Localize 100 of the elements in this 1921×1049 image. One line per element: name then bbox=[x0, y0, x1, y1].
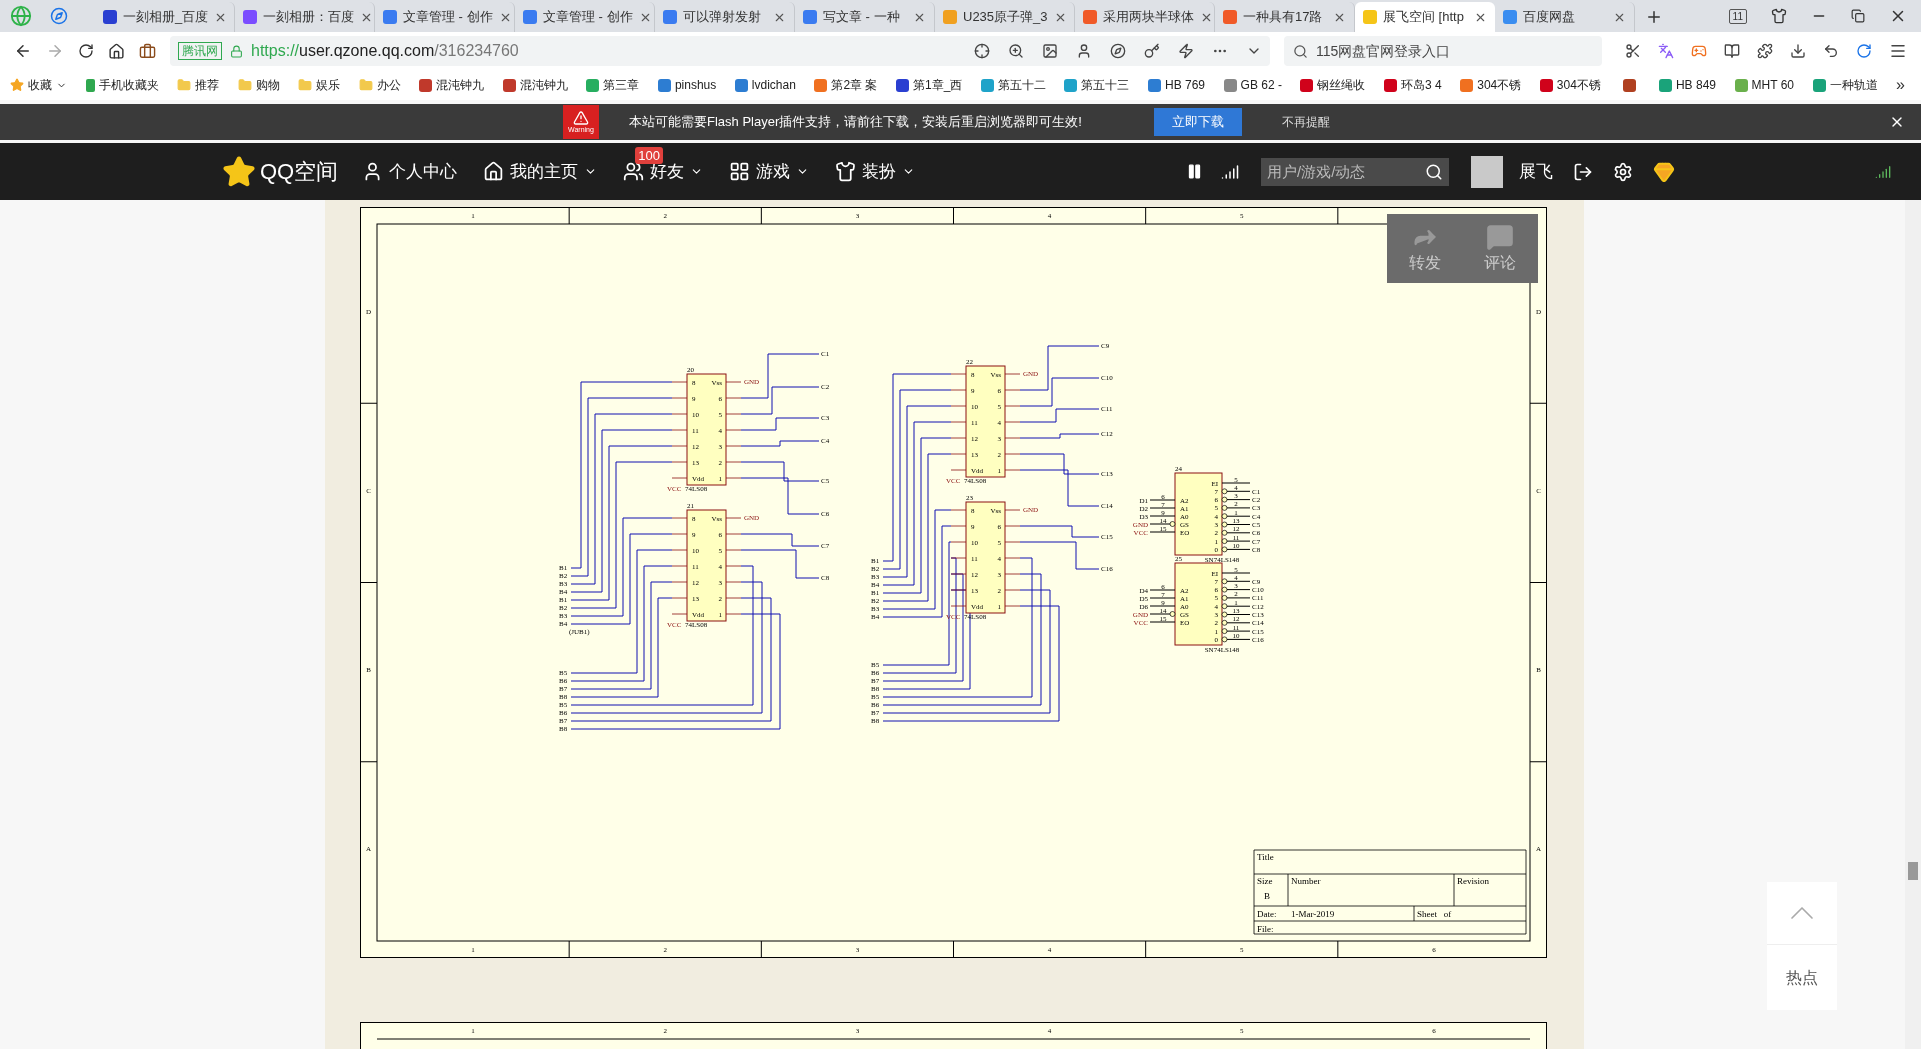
diamond-icon[interactable] bbox=[1653, 160, 1675, 183]
flash-message: 本站可能需要Flash Player插件支持，请前往下载，安装后重启浏览器即可生效! bbox=[629, 113, 1082, 132]
nav-icon bbox=[623, 161, 645, 182]
navigate-icon[interactable] bbox=[50, 7, 68, 25]
revision-label: Revision bbox=[1457, 876, 1489, 886]
menu-icon[interactable] bbox=[1889, 42, 1907, 60]
key-icon[interactable] bbox=[1144, 43, 1160, 59]
bookmark-item[interactable]: 收藏 bbox=[10, 76, 67, 94]
target-icon[interactable] bbox=[974, 43, 990, 59]
site-badge: 腾讯网 bbox=[178, 42, 222, 60]
url-text: https://user.qzone.qq.com/316234760 bbox=[251, 41, 519, 61]
bookmark-item[interactable]: HB 849 bbox=[1658, 76, 1716, 94]
search-icon[interactable] bbox=[1425, 162, 1443, 181]
bars-icon[interactable] bbox=[1221, 162, 1239, 181]
profile-icon[interactable] bbox=[1076, 43, 1092, 59]
briefcase-icon[interactable] bbox=[139, 42, 156, 60]
address-field[interactable]: 腾讯网 https://user.qzone.qq.com/316234760 bbox=[170, 36, 1270, 66]
tab-title: 百度网盘 bbox=[1523, 8, 1576, 27]
bookmark-item[interactable]: 第2章 案 bbox=[814, 76, 878, 94]
tab-title: 采用两块半球体 bbox=[1103, 8, 1194, 27]
lock-icon bbox=[230, 44, 243, 58]
bookmark-item[interactable]: 娱乐 bbox=[298, 76, 341, 94]
scissors-icon[interactable] bbox=[1625, 43, 1641, 59]
tab-title: 文章管理 - 创作 bbox=[543, 8, 633, 27]
gamepad-icon[interactable] bbox=[1691, 43, 1707, 59]
search-field[interactable]: 用户/游戏/动态 bbox=[1261, 157, 1449, 186]
bookmark-item[interactable]: 第五十二 bbox=[980, 76, 1046, 94]
reload-icon[interactable] bbox=[78, 43, 94, 59]
bookmark-item[interactable]: GB 62 - bbox=[1223, 76, 1282, 94]
download-icon[interactable] bbox=[1790, 43, 1806, 59]
tab-count-button[interactable]: 11 bbox=[1728, 8, 1747, 24]
sync-icon[interactable] bbox=[1856, 43, 1872, 59]
size-value: B bbox=[1264, 891, 1270, 901]
lightning-icon[interactable] bbox=[1178, 43, 1194, 59]
count-badge: 100 bbox=[635, 146, 663, 164]
comment-icon bbox=[1486, 222, 1515, 251]
scrollbar[interactable] bbox=[1905, 200, 1921, 1049]
bookmark-item[interactable]: 混沌钟九 bbox=[502, 76, 568, 94]
browser-tab[interactable]: 展飞空间 [http bbox=[1355, 2, 1495, 32]
tab-title: 写文章 - 一种 bbox=[823, 8, 901, 27]
bookmark-item[interactable]: 手机收藏夹 bbox=[85, 76, 159, 94]
sheet-label: Sheet of bbox=[1417, 909, 1452, 919]
bookmark-item[interactable]: 一种轨道 bbox=[1812, 76, 1878, 94]
number-label: Number bbox=[1291, 876, 1321, 886]
bookmark-item[interactable]: 304不锈 bbox=[1539, 76, 1601, 94]
nav-item[interactable]: 个人中心 bbox=[362, 158, 458, 185]
settings-icon[interactable] bbox=[1613, 161, 1633, 182]
nav-item[interactable]: 装扮 bbox=[835, 158, 916, 185]
nav-item[interactable]: 游戏 bbox=[729, 158, 810, 185]
book-icon[interactable] bbox=[1724, 43, 1740, 59]
user-name[interactable]: 展飞 bbox=[1519, 158, 1553, 185]
logo-star-icon bbox=[222, 154, 256, 189]
image-icon[interactable] bbox=[1042, 43, 1058, 59]
bookmark-item[interactable]: 购物 bbox=[237, 76, 280, 94]
zoom-icon[interactable] bbox=[1008, 43, 1024, 59]
back-icon[interactable] bbox=[14, 42, 32, 60]
tab-title: 一刻相册_百度 bbox=[123, 8, 209, 27]
warning-icon bbox=[573, 110, 589, 126]
nav-icon bbox=[729, 161, 751, 182]
restore-icon[interactable] bbox=[1851, 9, 1865, 23]
undo-icon[interactable] bbox=[1823, 43, 1839, 59]
tab-title: 文章管理 - 创作 bbox=[403, 8, 493, 27]
tab-title: 可以弹射发射 bbox=[683, 8, 762, 27]
bookmark-item[interactable]: 钢丝绳收 bbox=[1300, 76, 1366, 94]
skin-icon[interactable] bbox=[1771, 8, 1787, 24]
bookmark-item[interactable]: 环岛3 4 bbox=[1384, 76, 1442, 94]
search-icon bbox=[1293, 44, 1308, 59]
bookmark-item[interactable]: 推荐 bbox=[177, 76, 220, 94]
compass-icon[interactable] bbox=[1110, 43, 1126, 59]
bookmark-item[interactable]: 304不锈 bbox=[1460, 76, 1522, 94]
bookmark-item[interactable]: pinshus bbox=[657, 76, 717, 94]
new-tab-icon[interactable] bbox=[1645, 8, 1663, 26]
avatar[interactable] bbox=[1471, 155, 1503, 188]
home-icon[interactable] bbox=[108, 42, 125, 60]
more-bookmarks-button[interactable]: » bbox=[1896, 73, 1905, 97]
tab-title: 一刻相册：百度 bbox=[263, 8, 354, 27]
nav-item[interactable]: 我的主页 bbox=[483, 158, 598, 185]
bookmark-item[interactable]: lvdichan bbox=[734, 76, 796, 94]
size-label: Size bbox=[1257, 876, 1273, 886]
qzone-logo[interactable]: QQ空间 bbox=[260, 155, 339, 188]
search-field[interactable]: 115网盘官网登录入口 bbox=[1284, 36, 1602, 66]
signal-icon bbox=[1875, 163, 1891, 180]
file-label: File: bbox=[1257, 924, 1274, 934]
nav-icon bbox=[835, 161, 857, 182]
extensions-icon[interactable] bbox=[1757, 43, 1773, 59]
bookmark-item[interactable]: 办公 bbox=[358, 76, 401, 94]
bookmark-item[interactable]: MHT 60 bbox=[1734, 76, 1794, 94]
bookmark-item[interactable]: HB 769 bbox=[1148, 76, 1205, 94]
bookmark-item[interactable]: 第三章 bbox=[586, 76, 640, 94]
date-value: 1-Mar-2019 bbox=[1291, 909, 1335, 919]
download-button[interactable]: 立即下载 bbox=[1153, 108, 1242, 136]
logout-icon[interactable] bbox=[1573, 161, 1593, 182]
pause-icon[interactable] bbox=[1186, 163, 1203, 180]
translate-icon[interactable] bbox=[1658, 43, 1674, 59]
dismiss-link[interactable]: 不再提醒 bbox=[1281, 113, 1330, 131]
bookmark-item[interactable]: 混沌钟九 bbox=[419, 76, 485, 94]
tab-title: 一种具有17路 bbox=[1243, 8, 1324, 27]
bookmark-item[interactable]: 第五十三 bbox=[1064, 76, 1130, 94]
bookmark-item[interactable]: 第1章_西 bbox=[896, 76, 963, 94]
tab-title: 展飞空间 [http bbox=[1383, 8, 1465, 27]
